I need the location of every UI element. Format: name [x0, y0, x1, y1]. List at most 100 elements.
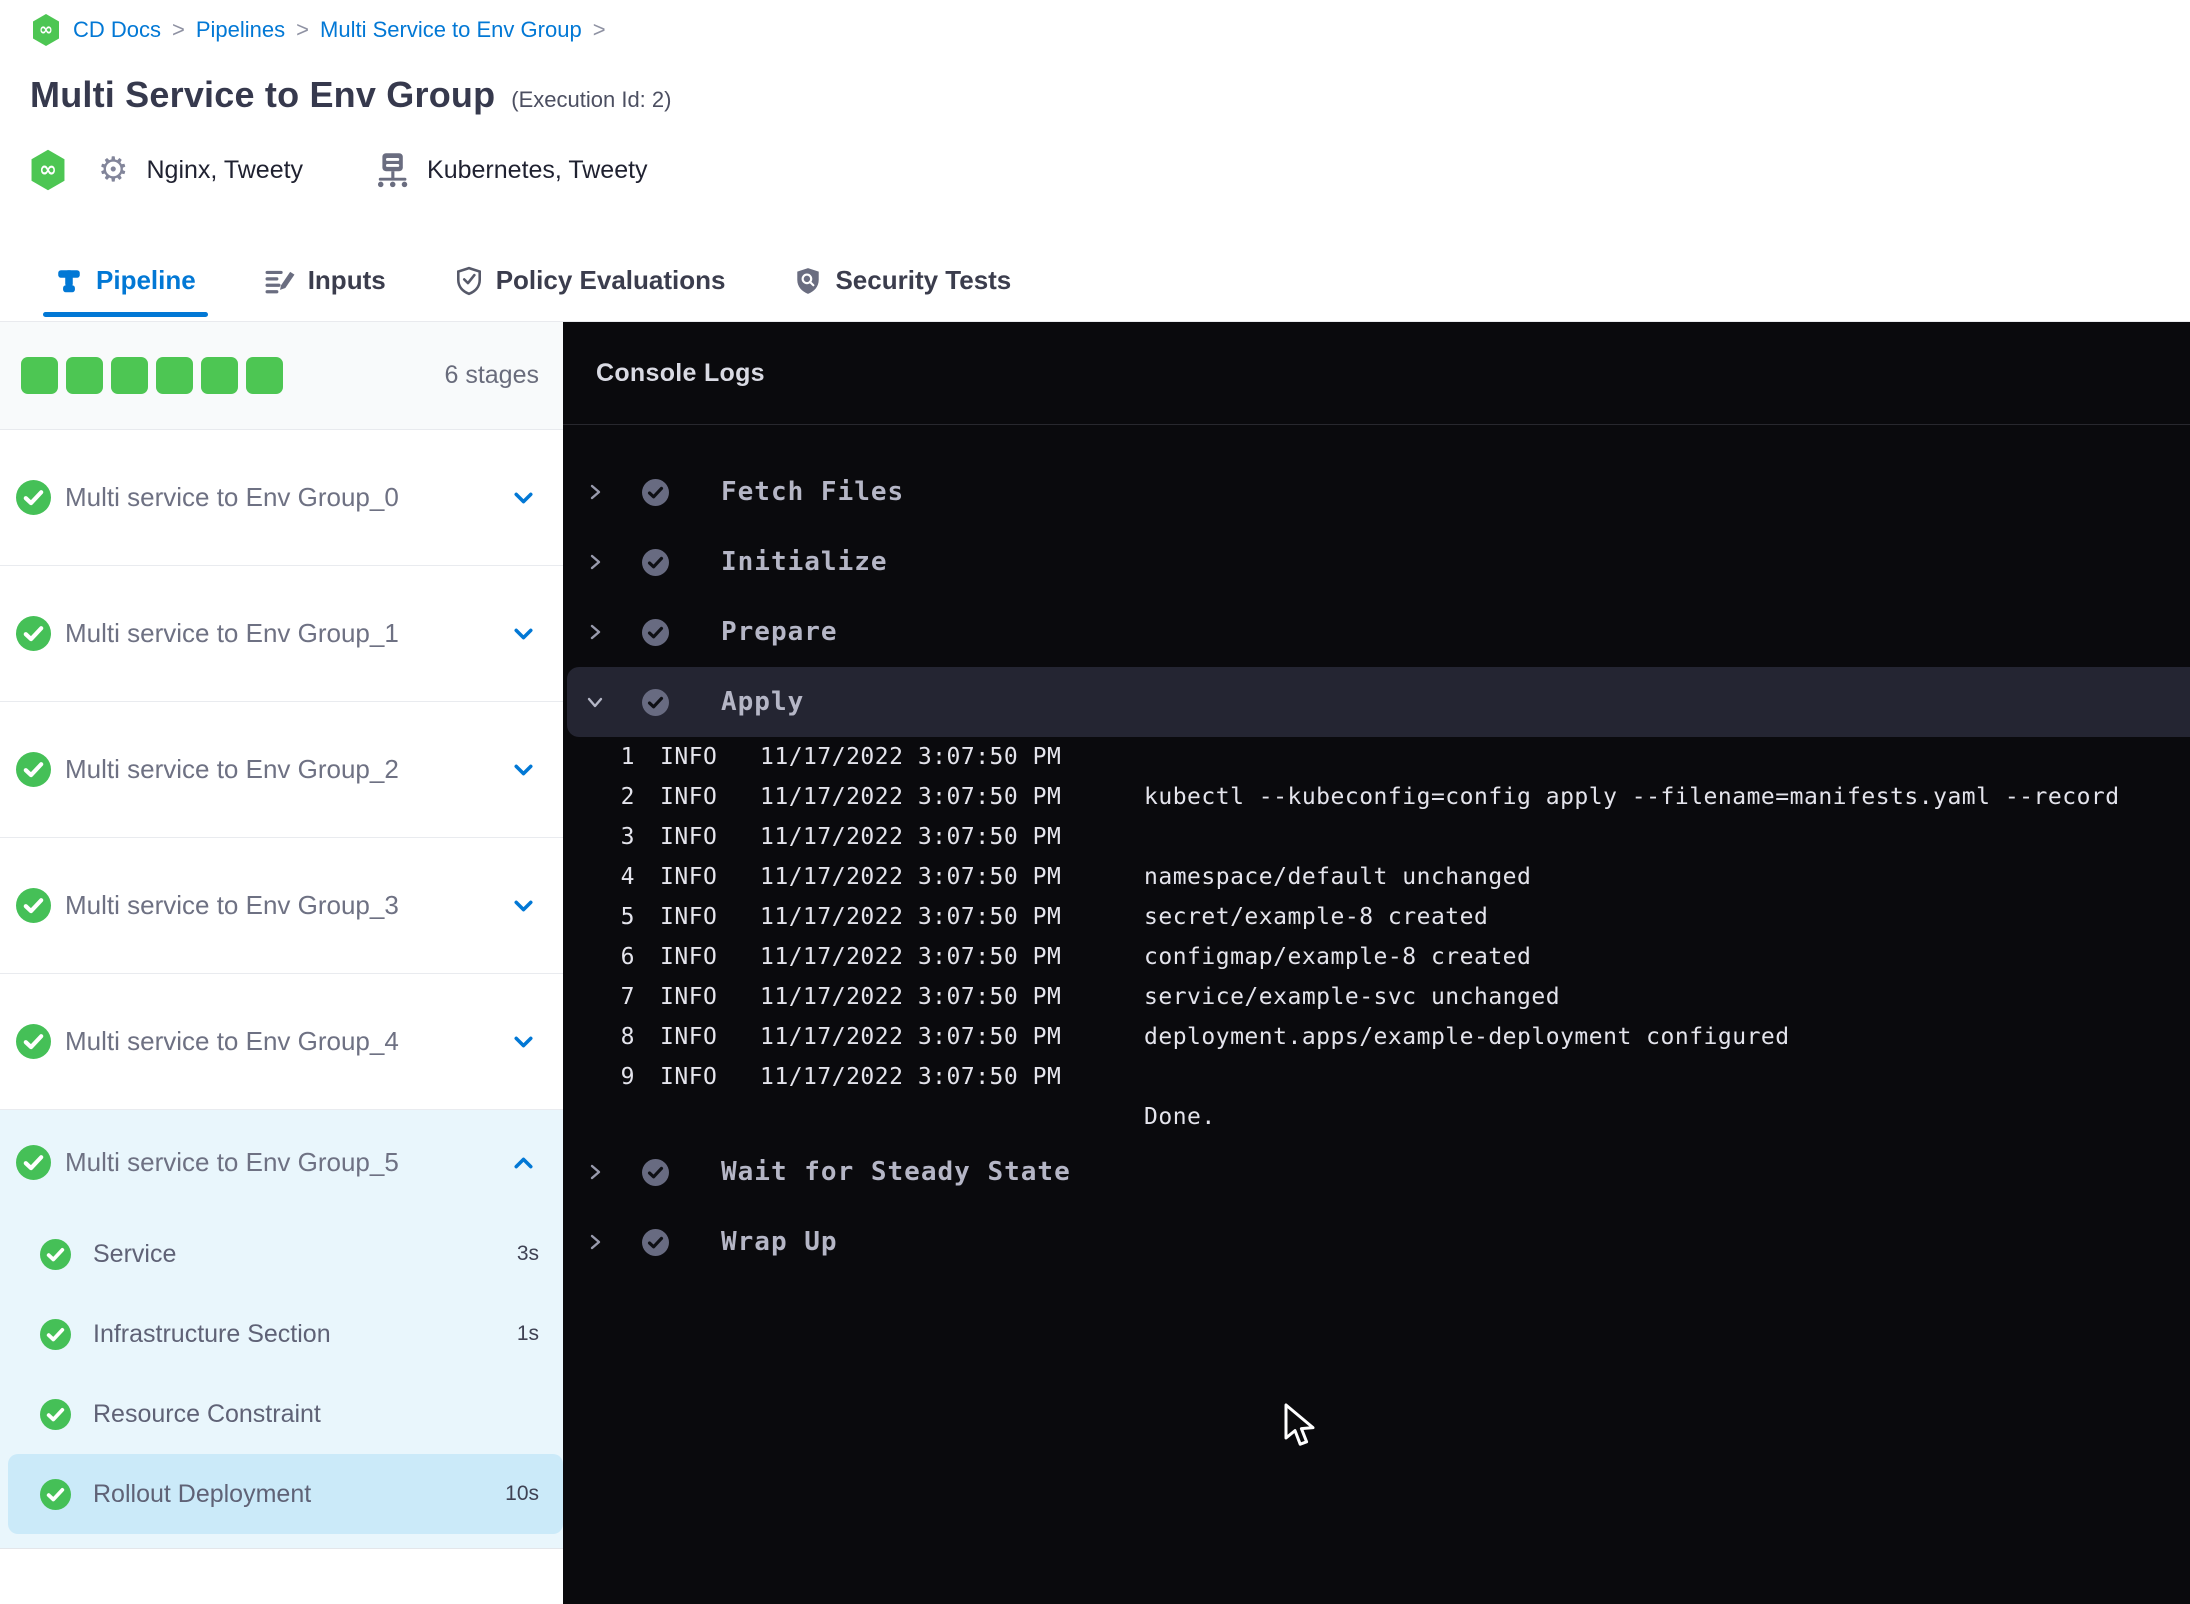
- stage-label: Multi service to Env Group_4: [65, 1026, 399, 1056]
- tab-policy-evaluations[interactable]: Policy Evaluations: [443, 240, 738, 321]
- stage-success-square: [246, 357, 283, 394]
- chevron-down-icon[interactable]: [510, 620, 537, 647]
- success-check-icon: [642, 548, 669, 576]
- stage-success-square: [21, 357, 58, 394]
- log-message: Done.: [1144, 1104, 1216, 1130]
- log-line-number: 8: [620, 1024, 635, 1050]
- inputs-icon: [265, 267, 295, 295]
- log-timestamp: 11/17/2022 3:07:50 PM: [760, 784, 1062, 810]
- log-level: INFO: [660, 864, 718, 890]
- console-step-wait-steady-state[interactable]: Wait for Steady State: [563, 1137, 2190, 1207]
- log-message: deployment.apps/example-deployment confi…: [1144, 1024, 1790, 1050]
- log-line: 4 INFO 11/17/2022 3:07:50 PM namespace/d…: [563, 857, 2190, 897]
- console-step-wrap-up[interactable]: Wrap Up: [563, 1207, 2190, 1277]
- success-check-icon: [642, 478, 669, 506]
- console-logs-panel: Console Logs Fetch Files Initialize Prep…: [563, 322, 2190, 1604]
- chevron-up-icon[interactable]: [510, 1149, 537, 1176]
- console-step-initialize[interactable]: Initialize: [563, 527, 2190, 597]
- log-line-number: 1: [620, 744, 635, 770]
- success-check-icon: [642, 618, 669, 646]
- chevron-right-icon[interactable]: [585, 482, 605, 502]
- stage-row-2[interactable]: Multi service to Env Group_2: [0, 702, 563, 838]
- breadcrumb-link-project[interactable]: CD Docs: [73, 17, 161, 43]
- log-timestamp: 11/17/2022 3:07:50 PM: [760, 1064, 1062, 1090]
- tab-label: Inputs: [307, 265, 386, 295]
- environments-names: Kubernetes, Tweety: [427, 155, 648, 184]
- stage-row-4[interactable]: Multi service to Env Group_4: [0, 974, 563, 1110]
- stage-row-3[interactable]: Multi service to Env Group_3: [0, 838, 563, 974]
- step-row-rollout-deployment[interactable]: Rollout Deployment 10s: [8, 1454, 563, 1534]
- stage-row-1[interactable]: Multi service to Env Group_1: [0, 566, 563, 702]
- chevron-right-icon[interactable]: [585, 1232, 605, 1252]
- step-row-infrastructure[interactable]: Infrastructure Section 1s: [0, 1294, 563, 1374]
- log-line: 5 INFO 11/17/2022 3:07:50 PM secret/exam…: [563, 897, 2190, 937]
- log-message: namespace/default unchanged: [1144, 864, 1532, 890]
- log-timestamp: 11/17/2022 3:07:50 PM: [760, 944, 1062, 970]
- log-line: 3 INFO 11/17/2022 3:07:50 PM: [563, 817, 2190, 857]
- success-check-icon: [40, 1238, 71, 1270]
- stages-sidebar: 6 stages Multi service to Env Group_0 Mu…: [0, 322, 563, 1604]
- tab-label: Policy Evaluations: [495, 265, 726, 295]
- console-step-apply[interactable]: Apply: [567, 667, 2190, 737]
- success-check-icon: [40, 1478, 71, 1510]
- success-check-icon: [16, 752, 51, 787]
- log-timestamp: 11/17/2022 3:07:50 PM: [760, 864, 1062, 890]
- success-check-icon: [642, 1158, 669, 1186]
- log-timestamp: 11/17/2022 3:07:50 PM: [760, 744, 1062, 770]
- log-line: 1 INFO 11/17/2022 3:07:50 PM: [563, 737, 2190, 777]
- stage-label: Multi service to Env Group_0: [65, 482, 399, 512]
- stage-success-square: [66, 357, 103, 394]
- breadcrumb-separator: >: [172, 17, 185, 42]
- log-message: secret/example-8 created: [1144, 904, 1489, 930]
- step-row-resource-constraint[interactable]: Resource Constraint: [0, 1374, 563, 1454]
- console-step-label: Prepare: [721, 617, 838, 647]
- chevron-down-icon[interactable]: [585, 692, 605, 712]
- breadcrumb-separator: >: [296, 17, 310, 42]
- stage-row-0[interactable]: Multi service to Env Group_0: [0, 430, 563, 566]
- success-check-icon: [16, 1024, 51, 1059]
- log-level: INFO: [660, 984, 718, 1010]
- breadcrumb: ∞ CD Docs > Pipelines > Multi Service to…: [30, 12, 606, 48]
- stage-row-5[interactable]: Multi service to Env Group_5: [0, 1110, 563, 1214]
- chevron-down-icon[interactable]: [510, 756, 537, 783]
- chevron-right-icon[interactable]: [585, 1162, 605, 1182]
- log-message: configmap/example-8 created: [1144, 944, 1532, 970]
- log-line: 8 INFO 11/17/2022 3:07:50 PM deployment.…: [563, 1017, 2190, 1057]
- console-step-prepare[interactable]: Prepare: [563, 597, 2190, 667]
- chevron-down-icon[interactable]: [510, 484, 537, 511]
- console-step-label: Initialize: [721, 547, 888, 577]
- log-timestamp: 11/17/2022 3:07:50 PM: [760, 824, 1062, 850]
- chevron-down-icon[interactable]: [510, 1028, 537, 1055]
- log-line-number: 3: [620, 824, 635, 850]
- step-row-service[interactable]: Service 3s: [0, 1214, 563, 1294]
- chevron-down-icon[interactable]: [510, 892, 537, 919]
- step-label: Resource Constraint: [93, 1399, 321, 1428]
- breadcrumb-link-pipelines[interactable]: Pipelines: [196, 17, 285, 43]
- chevron-right-icon[interactable]: [585, 622, 605, 642]
- log-line-number: 4: [620, 864, 635, 890]
- services-gear-icon: ⚙: [98, 151, 129, 189]
- log-timestamp: 11/17/2022 3:07:50 PM: [760, 1024, 1062, 1050]
- tab-security-tests[interactable]: Security Tests: [782, 240, 1023, 321]
- stage-label: Multi service to Env Group_1: [65, 618, 399, 648]
- breadcrumb-separator: >: [592, 17, 606, 42]
- stage-success-square: [156, 357, 193, 394]
- pipeline-icon: [55, 267, 83, 295]
- success-check-icon: [16, 616, 51, 651]
- breadcrumb-link-pipeline-name[interactable]: Multi Service to Env Group: [320, 17, 582, 43]
- stage-success-square: [201, 357, 238, 394]
- chevron-right-icon[interactable]: [585, 552, 605, 572]
- console-step-fetch-files[interactable]: Fetch Files: [563, 457, 2190, 527]
- log-line-number: 9: [620, 1064, 635, 1090]
- title-row: Multi Service to Env Group (Execution Id…: [30, 74, 671, 116]
- log-level: INFO: [660, 824, 718, 850]
- tab-inputs[interactable]: Inputs: [253, 240, 398, 321]
- stage-count-label: 6 stages: [444, 361, 539, 389]
- success-check-icon: [16, 888, 51, 923]
- policy-shield-icon: [455, 266, 483, 296]
- tab-pipeline[interactable]: Pipeline: [43, 240, 208, 321]
- svg-text:∞: ∞: [39, 157, 57, 182]
- execution-meta-row: ∞ ⚙ Nginx, Tweety Kubernetes, Tweety: [28, 146, 648, 194]
- log-level: INFO: [660, 904, 718, 930]
- success-check-icon: [40, 1318, 71, 1350]
